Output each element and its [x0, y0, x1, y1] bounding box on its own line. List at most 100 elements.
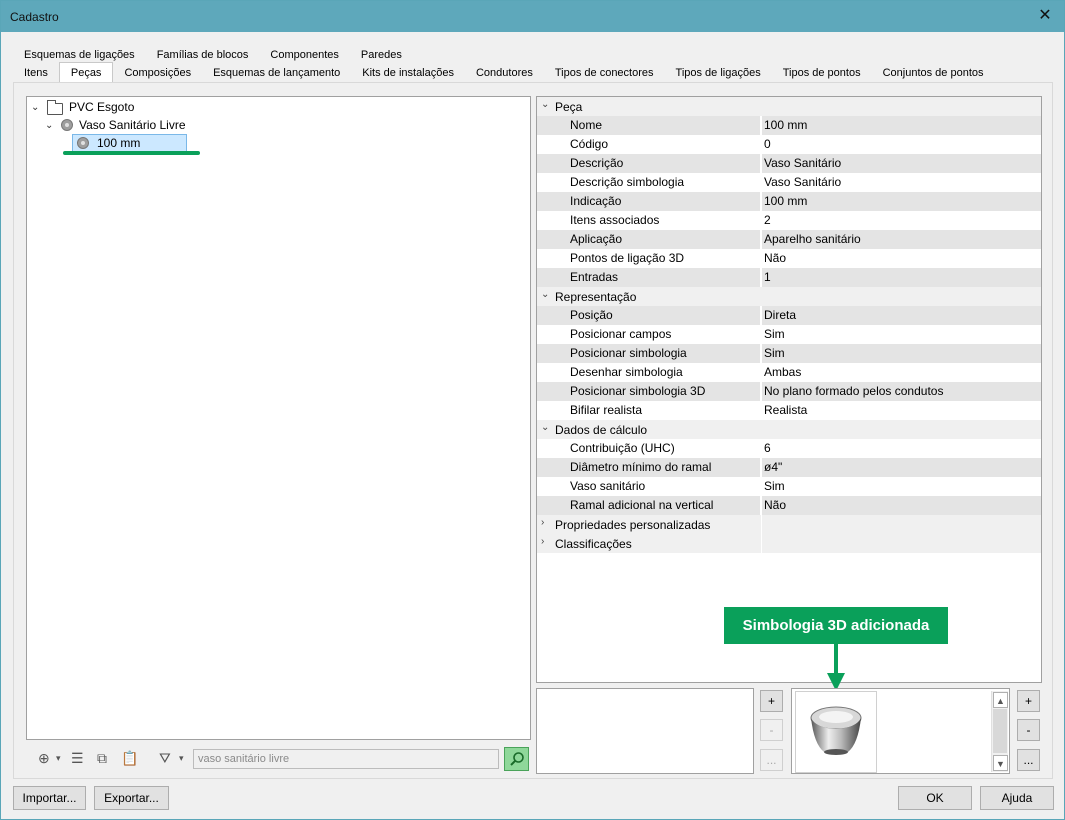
prop-row[interactable]: Pontos de ligação 3D Não [537, 249, 1041, 268]
category-propriedades-personalizadas[interactable]: › Propriedades personalizadas [537, 515, 1041, 534]
prop-value[interactable]: Sim [762, 325, 1041, 344]
scrollbar-thumb[interactable] [993, 709, 1007, 753]
add-node-icon[interactable]: ⊕ [38, 750, 50, 767]
prop-value[interactable]: Vaso Sanitário [762, 173, 1041, 192]
prop-value[interactable]: 2 [762, 211, 1041, 230]
category-peca[interactable]: ⌄ Peça [537, 97, 1041, 116]
ok-button[interactable]: OK [898, 786, 972, 810]
filter-icon[interactable]: ⛛ [159, 750, 171, 767]
add-symbol-3d-button[interactable]: + [1017, 690, 1040, 712]
more-symbol-3d-button[interactable]: ... [1017, 749, 1040, 771]
symbol-list[interactable] [536, 688, 754, 774]
prop-name: Desenhar simbologia [537, 363, 761, 382]
prop-value[interactable]: 6 [762, 439, 1041, 458]
prop-row[interactable]: Aplicação Aparelho sanitário [537, 230, 1041, 249]
tab-tipos-ligacoes[interactable]: Tipos de ligações [665, 64, 772, 82]
tab-condutores[interactable]: Condutores [465, 64, 544, 82]
chevron-down-icon[interactable]: ⌄ [45, 120, 57, 131]
export-button[interactable]: Exportar... [94, 786, 169, 810]
chevron-down-icon[interactable]: ⌄ [541, 289, 549, 300]
tree-node-100mm[interactable]: 100 mm [72, 134, 187, 152]
search-button[interactable] [504, 747, 529, 771]
chevron-down-icon[interactable]: ⌄ [541, 422, 549, 433]
category-classificacoes[interactable]: › Classificações [537, 534, 1041, 553]
category-dados-calculo[interactable]: ⌄ Dados de cálculo [537, 420, 1041, 439]
chevron-right-icon[interactable]: › [541, 536, 544, 547]
tab-composicoes[interactable]: Composições [113, 64, 202, 82]
prop-row[interactable]: Indicação 100 mm [537, 192, 1041, 211]
category-representacao[interactable]: ⌄ Representação [537, 287, 1041, 306]
tab-itens[interactable]: Itens [13, 64, 59, 82]
tree-node-vaso-sanitario[interactable]: ⌄ Vaso Sanitário Livre [45, 116, 186, 134]
prop-value[interactable]: Não [762, 249, 1041, 268]
tree-node-label: 100 mm [97, 136, 141, 150]
prop-row[interactable]: Posicionar campos Sim [537, 325, 1041, 344]
prop-value[interactable]: 0 [762, 135, 1041, 154]
prop-row[interactable]: Entradas 1 [537, 268, 1041, 287]
tab-componentes[interactable]: Componentes [259, 46, 350, 64]
chevron-right-icon[interactable]: › [541, 517, 544, 528]
category-label: Classificações [555, 537, 632, 551]
prop-value[interactable]: Vaso Sanitário [762, 154, 1041, 173]
prop-value[interactable]: Sim [762, 477, 1041, 496]
prop-value[interactable]: Ambas [762, 363, 1041, 382]
tab-pecas[interactable]: Peças [58, 62, 114, 82]
close-icon[interactable]: ✕ [1034, 6, 1056, 26]
add-symbol-button[interactable]: + [760, 690, 783, 712]
prop-row[interactable]: Diâmetro mínimo do ramal ø4" [537, 458, 1041, 477]
prop-row[interactable]: Código 0 [537, 135, 1041, 154]
prop-name: Código [537, 135, 761, 154]
dropdown-arrow-icon[interactable]: ▾ [179, 753, 184, 764]
prop-row[interactable]: Contribuição (UHC) 6 [537, 439, 1041, 458]
remove-symbol-button[interactable]: - [760, 719, 783, 741]
tab-paredes[interactable]: Paredes [350, 46, 413, 64]
help-button[interactable]: Ajuda [980, 786, 1054, 810]
search-icon [509, 752, 524, 766]
prop-name: Diâmetro mínimo do ramal [537, 458, 761, 477]
paste-icon[interactable]: 📋 [121, 750, 138, 767]
prop-row[interactable]: Descrição Vaso Sanitário [537, 154, 1041, 173]
prop-value[interactable]: Sim [762, 344, 1041, 363]
prop-row[interactable]: Itens associados 2 [537, 211, 1041, 230]
tree-node-pvc-esgoto[interactable]: ⌄ PVC Esgoto [31, 98, 134, 116]
prop-row[interactable]: Vaso sanitário Sim [537, 477, 1041, 496]
prop-value[interactable]: No plano formado pelos condutos [762, 382, 1041, 401]
tab-kits-instalacoes[interactable]: Kits de instalações [351, 64, 465, 82]
prop-row[interactable]: Nome 100 mm [537, 116, 1041, 135]
prop-row[interactable]: Posicionar simbologia 3D No plano formado… [537, 382, 1041, 401]
prop-name: Posição [537, 306, 761, 325]
scroll-up-icon[interactable]: ▲ [993, 692, 1008, 708]
tab-tipos-pontos[interactable]: Tipos de pontos [772, 64, 872, 82]
prop-row[interactable]: Bifilar realista Realista [537, 401, 1041, 420]
symbol-3d-thumbnail[interactable] [795, 691, 877, 773]
more-symbol-button[interactable]: ... [760, 749, 783, 771]
prop-value[interactable]: 100 mm [762, 116, 1041, 135]
prop-row[interactable]: Posicionar simbologia Sim [537, 344, 1041, 363]
copy-icon[interactable]: ⧉ [97, 750, 107, 767]
search-input[interactable]: vaso sanitário livre [193, 749, 499, 769]
dropdown-arrow-icon[interactable]: ▾ [56, 753, 61, 764]
tab-conjuntos-pontos[interactable]: Conjuntos de pontos [872, 64, 995, 82]
prop-row[interactable]: Desenhar simbologia Ambas [537, 363, 1041, 382]
tab-esquemas-lancamento[interactable]: Esquemas de lançamento [202, 64, 351, 82]
chevron-down-icon[interactable]: ⌄ [541, 99, 549, 110]
scroll-down-icon[interactable]: ▼ [993, 755, 1008, 771]
vertical-scrollbar[interactable]: ▲ ▼ [991, 691, 1008, 772]
prop-value[interactable]: Realista [762, 401, 1041, 420]
prop-value[interactable]: Não [762, 496, 1041, 515]
prop-value[interactable]: ø4" [762, 458, 1041, 477]
prop-value[interactable]: Aparelho sanitário [762, 230, 1041, 249]
import-button[interactable]: Importar... [13, 786, 86, 810]
prop-row[interactable]: Posição Direta [537, 306, 1041, 325]
align-icon[interactable]: ☰ [71, 750, 84, 767]
part-icon [61, 119, 73, 131]
prop-value[interactable]: 100 mm [762, 192, 1041, 211]
prop-row[interactable]: Descrição simbologia Vaso Sanitário [537, 173, 1041, 192]
tab-tipos-conectores[interactable]: Tipos de conectores [544, 64, 665, 82]
prop-value[interactable]: 1 [762, 268, 1041, 287]
chevron-down-icon[interactable]: ⌄ [31, 102, 43, 113]
prop-row[interactable]: Ramal adicional na vertical Não [537, 496, 1041, 515]
tab-familias-blocos[interactable]: Famílias de blocos [146, 46, 260, 64]
prop-value[interactable]: Direta [762, 306, 1041, 325]
remove-symbol-3d-button[interactable]: - [1017, 719, 1040, 741]
